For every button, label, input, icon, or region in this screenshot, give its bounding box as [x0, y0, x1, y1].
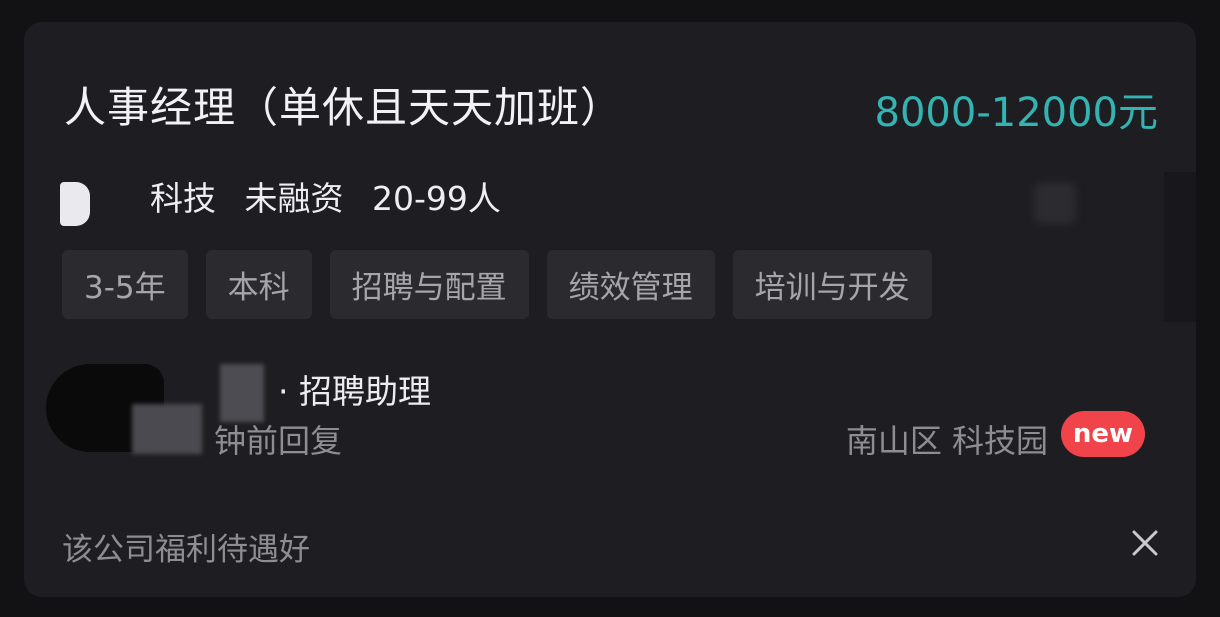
blurred-image — [1034, 182, 1076, 224]
job-title: 人事经理（单休且天天加班） — [64, 83, 624, 132]
tag-skill: 绩效管理 — [546, 250, 715, 319]
reply-status: 钟前回复 — [214, 422, 343, 460]
tag-experience: 3-5年 — [62, 250, 188, 319]
close-icon[interactable] — [1128, 526, 1162, 560]
job-card[interactable]: 人事经理（单休且天天加班） 8000-12000元 科技 未融资 20-99人 … — [24, 22, 1196, 597]
salary: 8000-12000元 — [874, 90, 1158, 136]
tag-list: 3-5年 本科 招聘与配置 绩效管理 培训与开发 — [62, 250, 932, 319]
benefit-note: 该公司福利待遇好 — [62, 532, 310, 568]
new-badge: new — [1061, 411, 1145, 457]
company-name: 科技 — [150, 179, 216, 218]
tag-skill: 培训与开发 — [732, 250, 932, 319]
blurred-name — [220, 364, 264, 422]
job-location: 南山区 科技园 — [845, 422, 1048, 460]
tag-skill: 招聘与配置 — [329, 250, 529, 319]
tag-degree: 本科 — [205, 250, 312, 319]
blurred-name — [132, 404, 202, 454]
company-size: 20-99人 — [372, 179, 501, 218]
recruiter-role: · 招聘助理 — [278, 372, 431, 411]
company-info: 科技 未融资 20-99人 — [150, 172, 519, 220]
company-funding: 未融资 — [244, 179, 344, 218]
company-logo — [60, 182, 90, 226]
card-edge-overlay — [1164, 172, 1196, 322]
